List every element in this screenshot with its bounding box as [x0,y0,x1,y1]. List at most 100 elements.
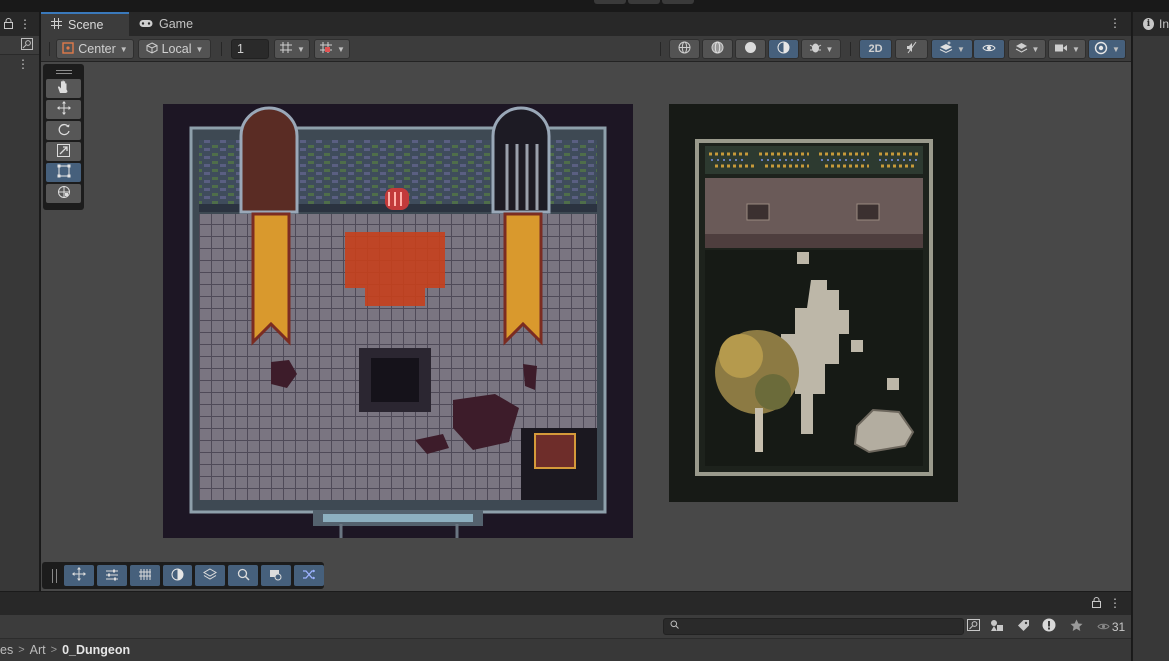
scale-icon [57,143,70,160]
chevron-down-icon: ▼ [957,44,965,54]
kebab-menu-icon[interactable]: ⋮ [17,58,29,70]
wireframe-sphere-icon [678,41,691,57]
breadcrumb-item[interactable]: es [0,643,16,657]
dungeon-room-tilemap[interactable] [163,104,633,538]
tab-scene[interactable]: Scene [41,12,129,36]
scene-viewport[interactable] [41,62,1131,591]
hand-tool-button[interactable] [46,79,81,98]
chevron-down-icon: ▼ [825,44,834,54]
star-icon [1070,619,1083,635]
overlay-tile-palette-button[interactable] [195,565,226,586]
chevron-right-icon: > [18,644,25,656]
tab-game[interactable]: Game [129,12,199,36]
pivot-center-icon [62,41,74,57]
chevron-down-icon: ▼ [1072,44,1080,54]
layers-dropdown[interactable]: ▼ [1008,39,1046,59]
2d-mode-toggle[interactable]: 2D [859,39,892,59]
breadcrumb: es > Art > 0_Dungeon [0,638,1131,661]
gamepad-icon [139,17,153,31]
breadcrumb-current[interactable]: 0_Dungeon [59,643,133,657]
cube-icon [146,41,158,57]
scene-toolbar: Center ▼ Local ▼ 1 ▼ ▼ ▼ 2D ▼ ▼ ▼ ▼ [41,36,1131,62]
grid-snap-value: 1 [237,42,244,56]
overlay-grid-button[interactable] [129,565,160,586]
lock-icon[interactable] [4,17,13,31]
overlay-camera-button[interactable] [261,565,292,586]
scale-tool-button[interactable] [46,142,81,161]
hierarchy-panel: ⋮ ⋮ [0,12,40,591]
tab-game-label: Game [159,17,194,31]
gizmos-dropdown[interactable]: ▼ [1088,39,1126,59]
project-search-input[interactable] [663,618,964,635]
favorites-button[interactable] [1068,617,1084,636]
overlay-search-button[interactable] [228,565,259,586]
speaker-muted-icon [905,41,918,57]
grid-visibility-button[interactable]: ▼ [274,39,310,59]
audio-toggle-button[interactable] [895,39,928,59]
project-search-bar: 31 [0,615,1131,638]
top-button[interactable] [628,0,660,4]
kebab-menu-icon[interactable]: ⋮ [19,18,31,30]
eye-icon [982,42,996,56]
hand-icon [57,80,70,97]
shaded-button[interactable] [735,39,766,59]
increment-snap-button[interactable]: ▼ [314,39,350,59]
pivot-mode-dropdown[interactable]: Center ▼ [56,39,134,59]
overlay-move-button[interactable] [63,565,94,586]
hidden-packages-toggle[interactable]: 31 [1094,617,1128,636]
effects-dropdown[interactable]: ▼ [931,39,973,59]
inspector-panel: i In [1132,12,1169,661]
drag-handle[interactable] [46,67,81,77]
snap-grid-icon [319,41,333,57]
overlay-shuffle-button[interactable] [294,565,324,586]
wireframe-shading-button[interactable] [669,39,700,59]
breadcrumb-item[interactable]: Art [27,643,49,657]
info-icon: i [1143,18,1154,30]
grid-snap-input[interactable]: 1 [231,39,269,59]
drag-handle[interactable] [52,568,57,583]
tab-inspector-label: In [1158,17,1169,31]
rect-tool-button[interactable] [46,163,81,182]
grid-icon [51,18,62,32]
bug-icon [809,41,822,57]
tab-scene-label: Scene [68,18,104,32]
shuffle-icon [302,568,316,584]
overlay-lighting-button[interactable] [162,565,193,586]
garden-room-tilemap[interactable] [669,104,958,502]
camera-icon [269,568,283,584]
warning-circle-icon [1042,618,1056,635]
lock-icon[interactable] [1092,597,1101,610]
chevron-down-icon: ▼ [119,44,128,54]
half-moon-icon [777,41,790,57]
visibility-count: 31 [1111,619,1126,634]
top-button[interactable] [594,0,626,4]
chevron-down-icon: ▼ [195,44,204,54]
unlit-shading-button[interactable] [768,39,799,59]
filter-by-log-type-button[interactable] [1041,617,1057,636]
filter-by-type-button[interactable] [989,617,1005,636]
shaded-wireframe-button[interactable] [702,39,733,59]
filter-by-label-button[interactable] [1015,617,1031,636]
move-tool-button[interactable] [46,100,81,119]
top-button[interactable] [662,0,694,4]
2d-mode-label: 2D [868,43,883,55]
rotate-tool-button[interactable] [46,121,81,140]
search-scene-button[interactable] [965,617,981,636]
transform-tool-button[interactable] [46,184,81,203]
tab-inspector[interactable]: i In [1133,12,1169,36]
rect-tool-icon [57,164,71,181]
search-in-scene-icon [966,619,980,634]
search-scene-icon[interactable] [21,38,33,52]
hidden-objects-toggle[interactable] [973,39,1005,59]
scene-tab-bar: Scene Game ⋮ [41,12,1131,36]
kebab-menu-icon[interactable]: ⋮ [1109,597,1121,610]
chevron-down-icon: ▼ [1031,44,1040,54]
gizmo-globe-icon [1094,41,1108,58]
pivot-rotation-dropdown[interactable]: Local ▼ [138,39,211,59]
scene-camera-dropdown[interactable]: ▼ [1048,39,1086,59]
debug-draw-mode-dropdown[interactable]: ▼ [801,39,841,59]
move-icon [56,101,71,118]
overlay-tool-settings-button[interactable] [96,565,127,586]
chevron-down-icon: ▼ [337,44,345,54]
kebab-menu-icon[interactable]: ⋮ [1109,17,1121,29]
